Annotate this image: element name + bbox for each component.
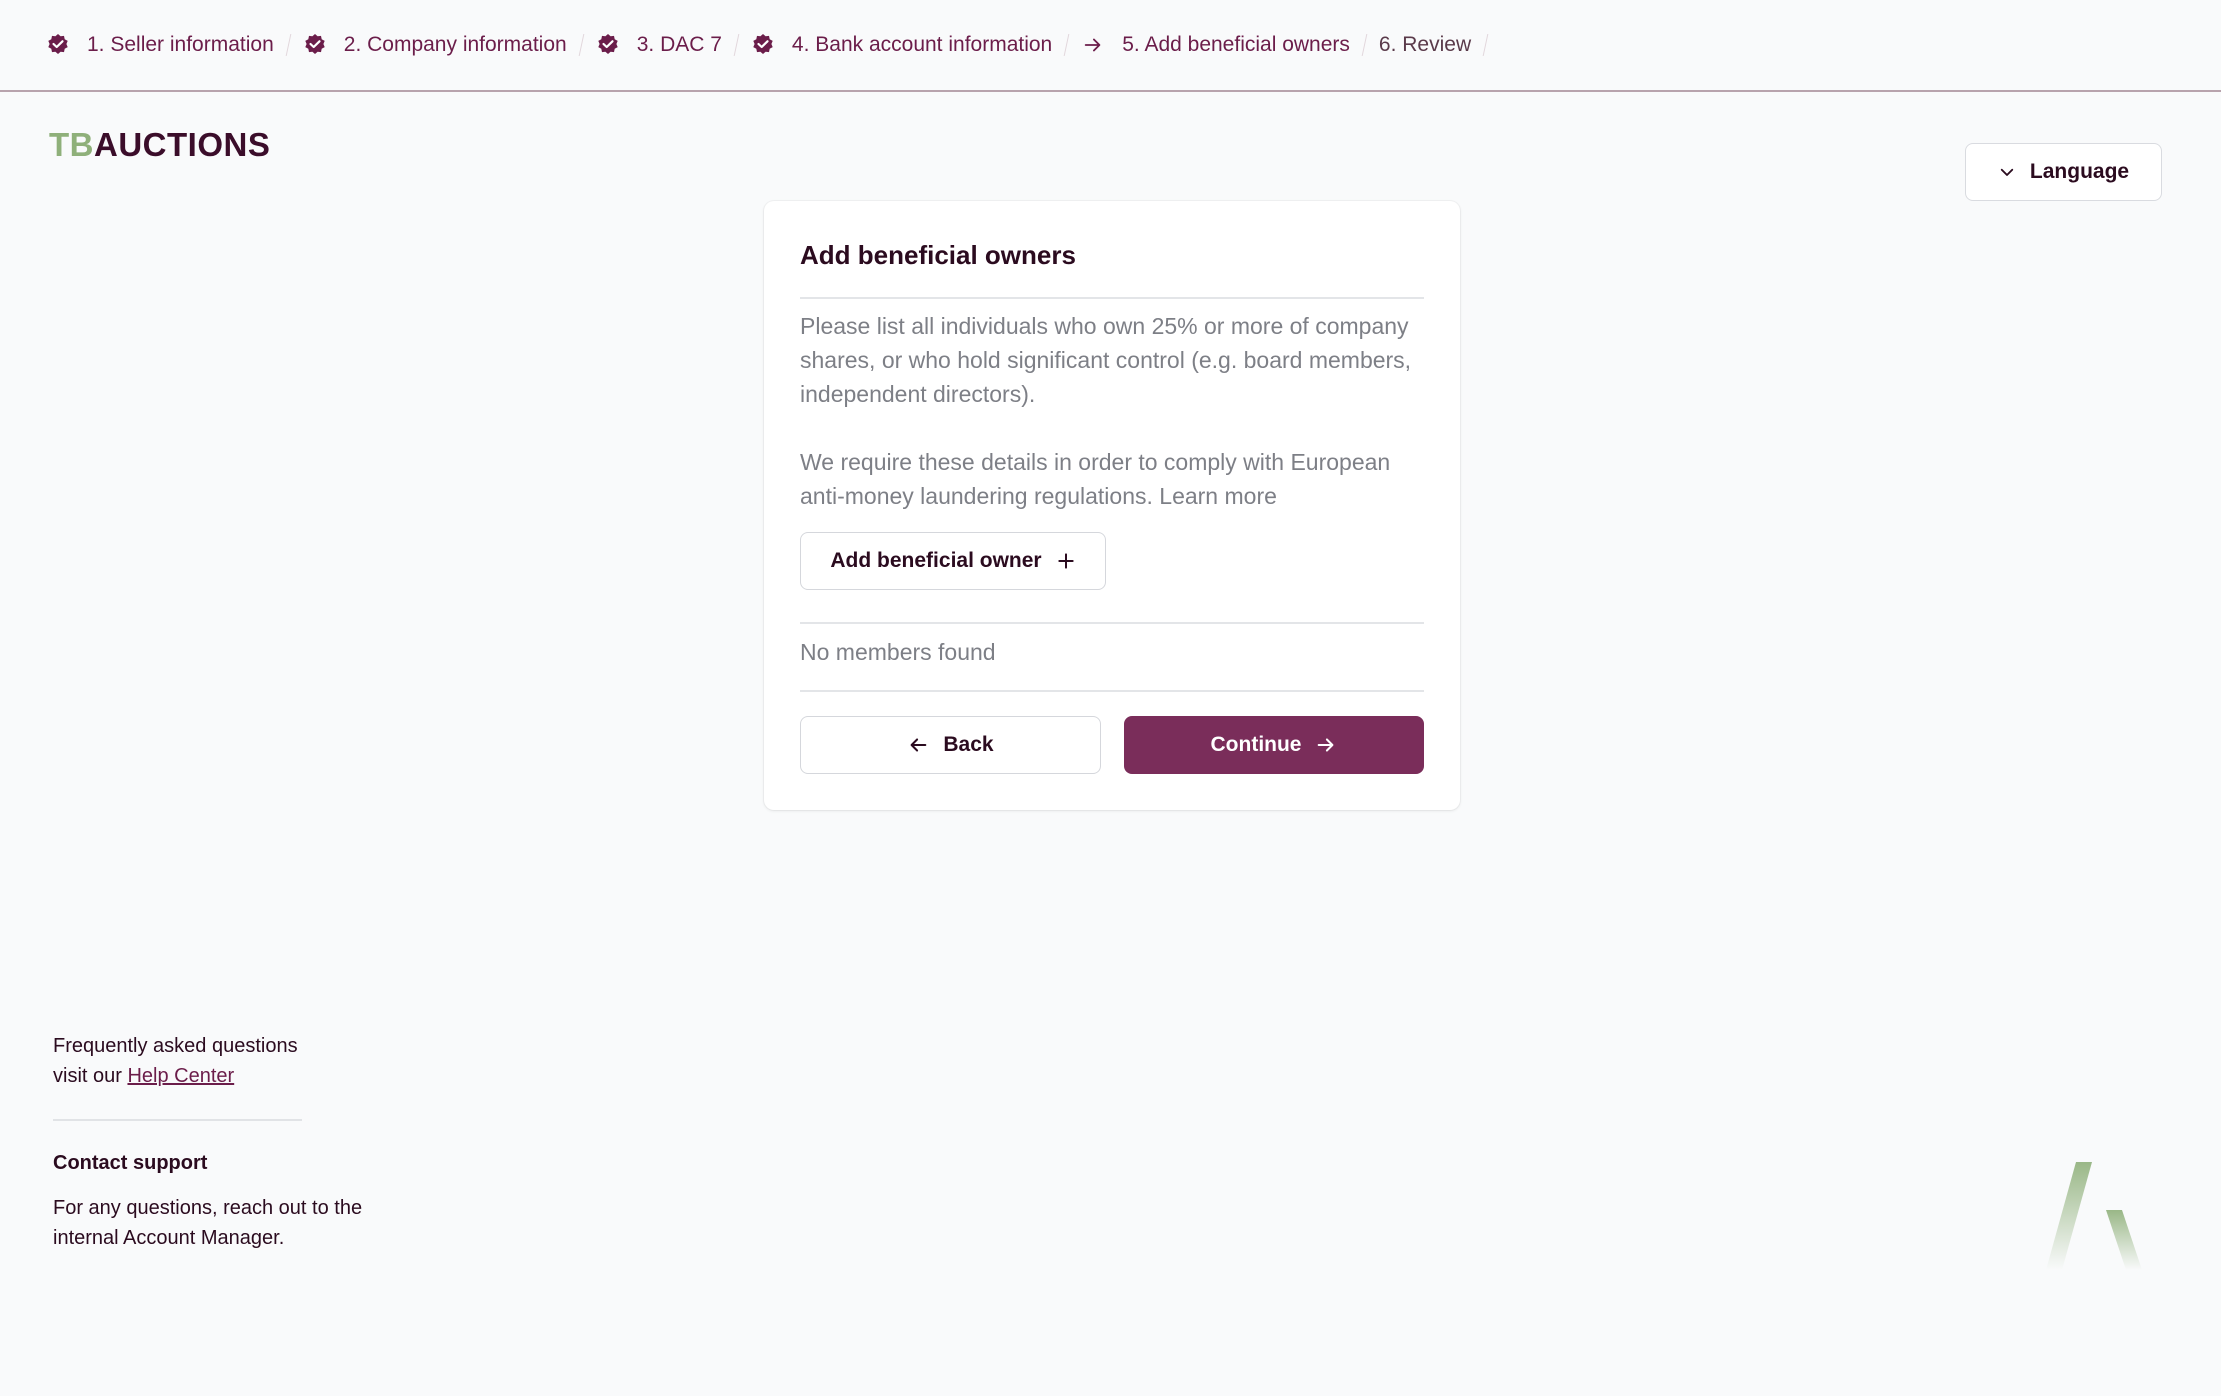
- brand-mark-icon: [2040, 1158, 2150, 1283]
- logo-tb: TB: [49, 126, 94, 163]
- language-label: Language: [2029, 160, 2130, 183]
- back-label: Back: [943, 733, 994, 756]
- language-button[interactable]: Language: [1965, 143, 2162, 201]
- faq-line: visit our Help Center: [53, 1061, 298, 1091]
- step-company-information[interactable]: 2. Company information: [303, 0, 567, 91]
- faq-block: Frequently asked questions visit our Hel…: [53, 1031, 298, 1091]
- step-separator: [578, 34, 585, 56]
- step-separator: [733, 34, 740, 56]
- aml-paragraph: We require these details in order to com…: [800, 449, 1391, 509]
- contact-support-text: For any questions, reach out to the inte…: [53, 1197, 363, 1249]
- check-badge-icon: [596, 33, 620, 57]
- step-label: 1. Seller information: [87, 33, 274, 56]
- progress-stepper: 1. Seller information 2. Company informa…: [0, 0, 2221, 92]
- step-label: 6. Review: [1378, 33, 1472, 56]
- help-center-link[interactable]: Help Center: [127, 1065, 234, 1087]
- step-label: 4. Bank account information: [791, 33, 1053, 56]
- step-bank-account-information[interactable]: 4. Bank account information: [751, 0, 1052, 91]
- check-badge-icon: [303, 33, 327, 57]
- arrow-right-icon: [1315, 734, 1337, 756]
- step-separator: [1361, 34, 1368, 56]
- step-separator: [1482, 34, 1489, 56]
- check-badge-icon: [751, 33, 775, 57]
- arrow-left-icon: [907, 734, 929, 756]
- chevron-down-icon: [1998, 163, 2016, 181]
- check-badge-icon: [46, 33, 70, 57]
- add-owner-label: Add beneficial owner: [830, 549, 1042, 572]
- step-separator: [1063, 34, 1070, 56]
- step-seller-information[interactable]: 1. Seller information: [46, 0, 274, 91]
- contact-support-title: Contact support: [53, 1152, 208, 1174]
- add-beneficial-owner-button[interactable]: Add beneficial owner: [800, 532, 1106, 590]
- arrow-right-icon: [1081, 33, 1105, 57]
- description-paragraph: Please list all individuals who own 25% …: [800, 313, 1412, 407]
- footer-divider: [53, 1119, 302, 1121]
- step-add-beneficial-owners[interactable]: 5. Add beneficial owners: [1081, 0, 1350, 91]
- continue-label: Continue: [1210, 733, 1302, 756]
- card-title: Add beneficial owners: [800, 240, 1076, 270]
- list-top-divider: [800, 622, 1424, 624]
- step-label: 3. DAC 7: [636, 33, 722, 56]
- beneficial-owners-card: Add beneficial owners Please list all in…: [764, 201, 1460, 810]
- continue-button[interactable]: Continue: [1124, 716, 1424, 774]
- step-label: 2. Company information: [343, 33, 567, 56]
- faq-prefix: visit our: [53, 1065, 128, 1087]
- step-separator: [285, 34, 292, 56]
- step-label: 5. Add beneficial owners: [1122, 33, 1350, 56]
- plus-icon: [1056, 551, 1076, 571]
- step-review[interactable]: 6. Review: [1379, 0, 1471, 91]
- step-dac7[interactable]: 3. DAC 7: [596, 0, 722, 91]
- tbauctions-logo: TB AUCTIONS: [49, 126, 270, 164]
- list-bottom-divider: [800, 690, 1424, 692]
- logo-auctions: AUCTIONS: [94, 126, 271, 163]
- back-button[interactable]: Back: [800, 716, 1101, 774]
- title-divider: [800, 297, 1424, 299]
- empty-state-text: No members found: [800, 639, 996, 665]
- faq-title: Frequently asked questions: [53, 1035, 298, 1057]
